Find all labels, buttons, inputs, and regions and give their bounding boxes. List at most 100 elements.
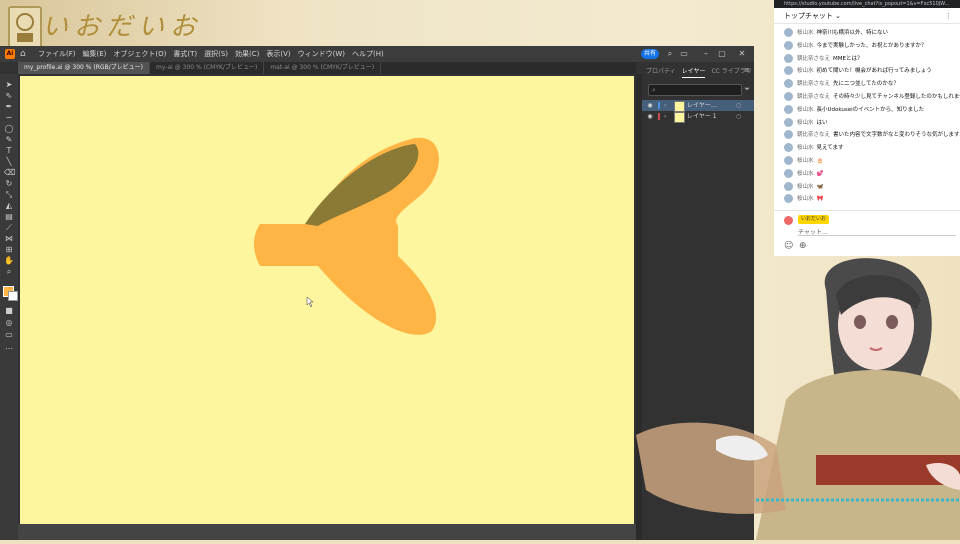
avatar	[784, 130, 793, 140]
close-icon[interactable]: ✕	[736, 48, 748, 60]
artboard[interactable]	[20, 76, 634, 524]
menu-item[interactable]: 表示(V)	[266, 46, 290, 62]
menu-item[interactable]: 効果(C)	[235, 46, 259, 62]
stroke-color-swatch[interactable]	[8, 291, 18, 301]
selection-tool-icon[interactable]: ➤	[4, 80, 14, 89]
menu-item[interactable]: 編集(E)	[83, 46, 107, 62]
expand-arrow-icon[interactable]: ›	[664, 111, 666, 122]
filter-icon[interactable]: ⏷	[742, 84, 752, 94]
chat-url-bar[interactable]: https://studio.youtube.com/live_chat?is_…	[774, 0, 960, 8]
menu-item[interactable]: ヘルプ(H)	[352, 46, 384, 62]
chat-message[interactable]: 桜山水 初めて聞いた！機会があれば行ってみましょう	[784, 66, 960, 77]
hand-tool-icon[interactable]: ✋	[4, 256, 14, 265]
tab-document-2[interactable]: my-ai @ 300 % (CMYK/プレビュー)	[150, 62, 265, 74]
message-text: 初めて聞いた！機会があれば行ってみましょう	[816, 68, 932, 75]
eyedropper-tool-icon[interactable]: ⟋	[4, 223, 14, 232]
layer-name: レイヤー…	[687, 102, 717, 109]
message-author[interactable]: 朝比奈さなえ	[797, 132, 830, 138]
share-button[interactable]: 共有	[641, 49, 659, 59]
chat-message[interactable]: 桜山水 🦋	[784, 181, 960, 193]
tab-document-3[interactable]: mat-ai @ 300 % (CMYK/プレビュー)	[264, 62, 382, 74]
screen-mode-icon[interactable]: ▭	[4, 330, 14, 339]
minimize-icon[interactable]: –	[700, 48, 712, 60]
line-tool-icon[interactable]: ╲	[4, 157, 14, 166]
more-options-icon[interactable]: ⋮	[945, 8, 952, 24]
shape-builder-tool-icon[interactable]: ◭	[4, 201, 14, 210]
layer-color-bar	[658, 113, 660, 120]
target-icon[interactable]: ○	[736, 111, 741, 122]
message-author[interactable]: 桜山水	[797, 68, 814, 74]
message-author[interactable]: 桜山水	[797, 120, 814, 126]
message-author[interactable]: 桜山水	[797, 30, 814, 36]
more-tools-icon[interactable]: ⋯	[4, 344, 14, 353]
tab-properties[interactable]: プロパティ	[646, 66, 676, 78]
maximize-icon[interactable]: ▢	[716, 48, 728, 60]
color-mode-icon[interactable]: ■	[4, 306, 14, 315]
message-author[interactable]: 朝比奈さなえ	[797, 56, 830, 62]
direct-selection-tool-icon[interactable]: ⇖	[4, 91, 14, 100]
message-author[interactable]: 桜山水	[797, 107, 814, 113]
chat-message[interactable]: 桜山水 今まで実験しかった、お祝とかありますか？	[784, 40, 960, 52]
eye-icon[interactable]: ◉	[646, 111, 654, 122]
chat-message[interactable]: 桜山水 はい	[784, 117, 960, 129]
message-author[interactable]: 桜山水	[797, 196, 814, 202]
message-author[interactable]: 桜山水	[797, 171, 814, 177]
chat-message[interactable]: 桜山水 💕	[784, 168, 960, 180]
message-author[interactable]: 桜山水	[797, 43, 814, 49]
scale-tool-icon[interactable]: ⤡	[4, 190, 14, 199]
avatar	[784, 92, 793, 101]
home-icon[interactable]: ⌂	[20, 49, 30, 59]
zoom-tool-icon[interactable]: ⌕	[4, 267, 14, 276]
layer-search-input[interactable]: ⌕	[648, 84, 742, 96]
blend-tool-icon[interactable]: ⋈	[4, 234, 14, 243]
menu-item[interactable]: ウィンドウ(W)	[298, 46, 345, 62]
panel-menu-icon[interactable]: ≡	[744, 66, 750, 74]
layer-thumbnail	[674, 112, 685, 123]
pencil-tool-icon[interactable]: ✎	[4, 135, 14, 144]
layer-row[interactable]: ◉ › レイヤー… ○	[642, 100, 754, 112]
type-tool-icon[interactable]: T	[4, 146, 14, 155]
message-text: 今まで実験しかった、お祝とかありますか？	[816, 42, 927, 49]
artwork	[254, 137, 439, 335]
expand-arrow-icon[interactable]: ›	[664, 100, 666, 111]
menu-item[interactable]: 書式(T)	[173, 46, 197, 62]
top-chat-selector[interactable]: トップチャット	[784, 12, 833, 20]
menu-bar: Ai ⌂ ファイル(F) 編集(E) オブジェクト(O) 書式(T) 選択(S) 効果(C…	[0, 46, 754, 62]
message-author[interactable]: 桜山水	[797, 184, 814, 190]
eye-icon[interactable]: ◉	[646, 100, 654, 111]
chat-message[interactable]: 朝比奈さなえ その時々少し見てチャンネル登録したのかもしれません	[784, 92, 960, 103]
curvature-tool-icon[interactable]: ∽	[4, 113, 14, 122]
menu-item[interactable]: オブジェクト(O)	[113, 46, 166, 62]
pen-tool-icon[interactable]: ✒	[4, 102, 14, 111]
search-icon: ⌕	[652, 86, 656, 94]
chat-message[interactable]: 朝比奈さなえ 書いた内容で文字数がなと変わりそうな気がします	[784, 130, 960, 141]
chat-message[interactable]: 桜山水 見えてます	[784, 143, 960, 154]
tab-layers[interactable]: レイヤー	[681, 66, 706, 78]
chat-message[interactable]: 桜山水 神奈川も横浜以外、特にない	[784, 28, 960, 39]
menu-item[interactable]: 選択(S)	[204, 46, 228, 62]
message-author[interactable]: 桜山水	[797, 158, 814, 164]
chat-message[interactable]: 桜山水 🎂	[784, 156, 960, 167]
message-author[interactable]: 桜山水	[797, 145, 814, 151]
input-underline	[798, 235, 956, 236]
message-text: 🎀	[816, 196, 824, 203]
target-icon[interactable]: ○	[736, 100, 741, 111]
gradient-tool-icon[interactable]: ▤	[4, 212, 14, 221]
chat-message[interactable]: 朝比奈さなえ 先に二つ並してたのかな？	[784, 79, 960, 90]
message-author[interactable]: 朝比奈さなえ	[797, 94, 830, 100]
ellipse-tool-icon[interactable]: ◯	[4, 124, 14, 133]
search-icon[interactable]: ⌕	[664, 48, 676, 60]
chat-message[interactable]: 桜山水 🎀	[784, 194, 960, 205]
tab-document-1[interactable]: my_profile.ai @ 300 % (RGB/プレビュー)	[18, 62, 151, 74]
message-author[interactable]: 朝比奈さなえ	[797, 81, 830, 87]
chat-message[interactable]: 桜山水 長小Udokuseiのイベントから、知りました	[784, 104, 960, 116]
artboard-tool-icon[interactable]: ⊞	[4, 245, 14, 254]
menu-item[interactable]: ファイル(F)	[38, 46, 76, 62]
eraser-tool-icon[interactable]: ⌫	[4, 168, 15, 177]
chevron-down-icon[interactable]: ⌄	[835, 12, 841, 20]
draw-mode-icon[interactable]: ◎	[4, 318, 14, 327]
chat-message[interactable]: 朝比奈さなえ MMEとは？	[784, 53, 960, 65]
layer-row[interactable]: ◉ › レイヤー 1 ○	[642, 111, 754, 123]
arrange-icon[interactable]: ▭	[678, 48, 690, 60]
rotate-tool-icon[interactable]: ↻	[4, 179, 14, 188]
